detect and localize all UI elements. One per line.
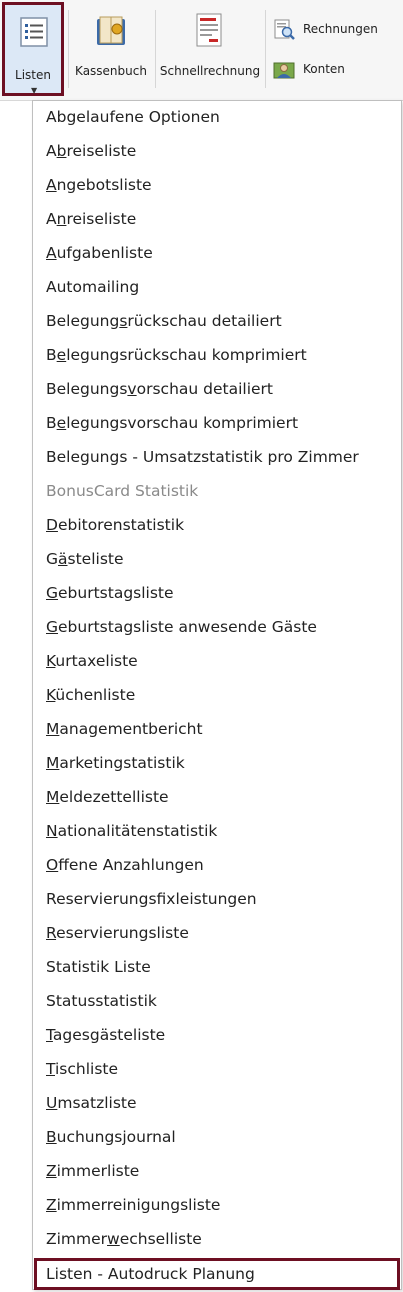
cashbook-icon bbox=[97, 16, 125, 45]
menu-item[interactable]: Automailing bbox=[34, 271, 400, 303]
menu-item[interactable]: Geburtstagsliste anwesende Gäste bbox=[34, 611, 400, 643]
menu-item[interactable]: Zimmerliste bbox=[34, 1155, 400, 1187]
menu-item[interactable]: Geburtstagsliste bbox=[34, 577, 400, 609]
rechnungen-button[interactable]: Rechnungen bbox=[271, 16, 401, 44]
menu-item[interactable]: Aufgabenliste bbox=[34, 237, 400, 269]
ribbon-separator bbox=[265, 10, 266, 88]
menu-item: BonusCard Statistik bbox=[46, 482, 199, 500]
menu-item[interactable]: Zimmerreinigungsliste bbox=[34, 1189, 400, 1221]
menu-item[interactable]: Küchenliste bbox=[34, 679, 400, 711]
menu-item[interactable]: Statusstatistik bbox=[34, 985, 400, 1017]
menu-item[interactable]: Belegungsvorschau komprimiert bbox=[34, 407, 400, 439]
menu-item[interactable]: Zimmerwechselliste bbox=[34, 1223, 400, 1255]
ribbon-separator bbox=[68, 10, 69, 88]
menu-item[interactable]: Belegungsrückschau detailiert bbox=[34, 305, 400, 337]
menu-item[interactable]: Reservierungsfixleistungen bbox=[34, 883, 400, 915]
menu-item[interactable]: Marketingstatistik bbox=[34, 747, 400, 779]
menu-item[interactable]: Abgelaufene Optionen bbox=[34, 101, 400, 133]
rechnungen-button-label: Rechnungen bbox=[303, 22, 378, 36]
konten-button-label: Konten bbox=[303, 62, 345, 76]
menu-item-autodruck-planung[interactable]: Listen - Autodruck Planung bbox=[34, 1258, 400, 1290]
list-icon bbox=[20, 17, 48, 47]
ribbon-separator bbox=[155, 10, 156, 88]
ribbon-toolbar: Listen ▼ Kassenbuch Schnellrechnung Rech… bbox=[0, 0, 403, 101]
accounts-icon bbox=[273, 62, 295, 79]
menu-item[interactable]: Statistik Liste bbox=[34, 951, 400, 983]
search-document-icon bbox=[274, 19, 295, 40]
menu-item[interactable]: Debitorenstatistik bbox=[34, 509, 400, 541]
menu-item[interactable]: Umsatzliste bbox=[34, 1087, 400, 1119]
menu-item[interactable]: Belegungs - Umsatzstatistik pro Zimmer bbox=[34, 441, 400, 473]
menu-item[interactable]: Meldezettelliste bbox=[34, 781, 400, 813]
menu-item[interactable]: Nationalitätenstatistik bbox=[34, 815, 400, 847]
menu-item[interactable]: Angebotsliste bbox=[34, 169, 400, 201]
menu-item[interactable]: Tischliste bbox=[34, 1053, 400, 1085]
invoice-icon bbox=[196, 13, 222, 47]
chevron-down-icon: ▼ bbox=[31, 86, 38, 95]
menu-item[interactable]: Anreiseliste bbox=[34, 203, 400, 235]
menu-item[interactable]: Abreiseliste bbox=[34, 135, 400, 167]
menu-item[interactable]: Tagesgästeliste bbox=[34, 1019, 400, 1051]
menu-item[interactable]: Belegungsvorschau detailiert bbox=[34, 373, 400, 405]
menu-item[interactable]: Kurtaxeliste bbox=[34, 645, 400, 677]
menu-item[interactable]: Reservierungsliste bbox=[34, 917, 400, 949]
schnellrechnung-button-label: Schnellrechnung bbox=[159, 64, 261, 78]
menu-item[interactable]: Offene Anzahlungen bbox=[34, 849, 400, 881]
schnellrechnung-button[interactable]: Schnellrechnung bbox=[159, 8, 261, 90]
listen-dropdown-menu: Abgelaufene Optionen Abreiseliste Angebots… bbox=[32, 100, 402, 1290]
menu-item[interactable]: Managementbericht bbox=[34, 713, 400, 745]
listen-button[interactable]: Listen ▼ bbox=[2, 2, 64, 96]
konten-button[interactable]: Konten bbox=[271, 56, 401, 84]
listen-button-label: Listen bbox=[15, 68, 51, 82]
kassenbuch-button[interactable]: Kassenbuch bbox=[72, 8, 150, 90]
menu-item[interactable]: Gästeliste bbox=[34, 543, 400, 575]
menu-item[interactable]: Buchungsjournal bbox=[34, 1121, 400, 1153]
kassenbuch-button-label: Kassenbuch bbox=[75, 64, 147, 78]
menu-item[interactable]: Belegungsrückschau komprimiert bbox=[34, 339, 400, 371]
